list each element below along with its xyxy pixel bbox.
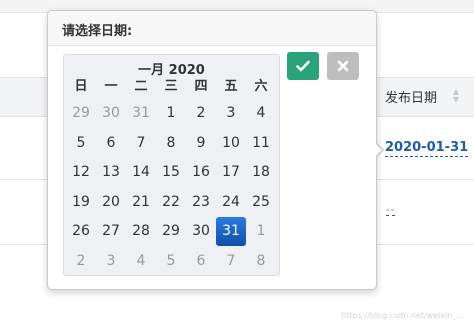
calendar-day[interactable]: 10 [216, 129, 246, 158]
calendar-day[interactable]: 3 [216, 99, 246, 128]
calendar-day[interactable]: 14 [126, 158, 156, 187]
calendar-day[interactable]: 18 [246, 158, 276, 187]
sort-icon[interactable]: ▲ ▼ [452, 88, 460, 104]
calendar-day[interactable]: 2 [186, 99, 216, 128]
watermark: https://blog.csdn.net/weixin_... [341, 311, 464, 320]
calendar-day[interactable]: 11 [246, 129, 276, 158]
calendar-day[interactable]: 13 [96, 158, 126, 187]
empty-date-link[interactable]: -- [386, 206, 396, 216]
weekday-header: 四 [194, 79, 208, 94]
calendar-day[interactable]: 16 [186, 158, 216, 187]
calendar-day[interactable]: 22 [156, 188, 186, 217]
calendar-day[interactable]: 5 [156, 247, 186, 276]
weekday-header: 一 [104, 79, 118, 94]
popover-title-bar: 请选择日期: [48, 11, 376, 46]
calendar-day[interactable]: 24 [216, 188, 246, 217]
cancel-button[interactable] [327, 52, 359, 80]
calendar-day[interactable]: 1 [156, 99, 186, 128]
calendar-day[interactable]: 28 [126, 217, 156, 246]
calendar-day[interactable]: 31 [126, 99, 156, 128]
column-header-publish-date[interactable]: 发布日期 [385, 87, 437, 106]
calendar-day[interactable]: 3 [96, 247, 126, 276]
publish-date-link[interactable]: 2020-01-31 [385, 140, 469, 157]
close-icon [337, 60, 349, 72]
calendar-day[interactable]: 9 [186, 129, 216, 158]
calendar-day[interactable]: 2 [66, 247, 96, 276]
page: 发布日期 ▲ ▼ 2020-01-31 -- 请选择日期: 一月 2020 日 一 二… [0, 0, 474, 324]
calendar-day[interactable]: 23 [186, 188, 216, 217]
calendar-day[interactable]: 25 [246, 188, 276, 217]
weekday-header: 三 [164, 79, 178, 94]
calendar-day[interactable]: 26 [66, 217, 96, 246]
calendar-day[interactable]: 8 [156, 129, 186, 158]
calendar: 一月 2020 日一二三四五六 29 30 31 1 2 3 4 5 6 7 8 9 10 11 12 13 14… [63, 54, 280, 276]
calendar-day[interactable]: 29 [66, 99, 96, 128]
calendar-day[interactable]: 1 [246, 217, 276, 246]
calendar-day[interactable]: 5 [66, 129, 96, 158]
weekday-header: 六 [254, 79, 268, 94]
check-icon [296, 60, 310, 72]
weekday-header: 日 [74, 79, 88, 94]
calendar-day[interactable]: 6 [96, 129, 126, 158]
calendar-day[interactable]: 4 [246, 99, 276, 128]
calendar-day[interactable]: 19 [66, 188, 96, 217]
popover-arrow-inner [374, 142, 382, 158]
calendar-day[interactable]: 15 [156, 158, 186, 187]
calendar-day[interactable]: 4 [126, 247, 156, 276]
confirm-button[interactable] [287, 52, 319, 80]
weekday-header: 五 [224, 79, 238, 94]
weekday-header: 二 [134, 79, 148, 94]
calendar-day[interactable]: 29 [156, 217, 186, 246]
calendar-day[interactable]: 30 [96, 99, 126, 128]
calendar-day[interactable]: 12 [66, 158, 96, 187]
calendar-day[interactable]: 27 [96, 217, 126, 246]
calendar-day[interactable]: 17 [216, 158, 246, 187]
calendar-day[interactable]: 20 [96, 188, 126, 217]
calendar-day[interactable]: 7 [216, 247, 246, 276]
calendar-day[interactable]: 6 [186, 247, 216, 276]
calendar-day[interactable]: 8 [246, 247, 276, 276]
calendar-day[interactable]: 7 [126, 129, 156, 158]
popover-title: 请选择日期: [62, 24, 133, 39]
calendar-day[interactable]: 30 [186, 217, 216, 246]
calendar-day[interactable]: 21 [126, 188, 156, 217]
calendar-day-selected[interactable]: 31 [216, 217, 246, 246]
calendar-month-label[interactable]: 一月 2020 [64, 59, 279, 78]
